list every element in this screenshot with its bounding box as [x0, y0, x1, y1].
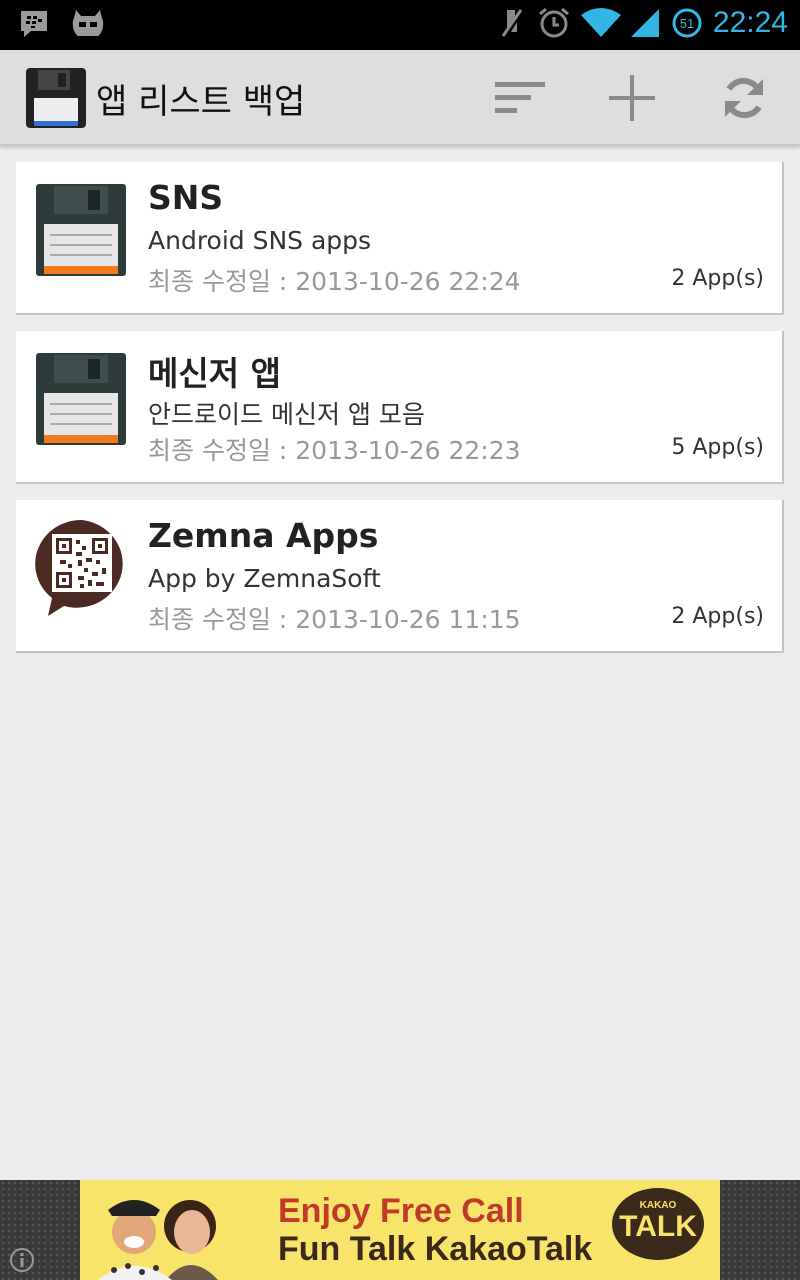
floppy-app-icon[interactable] [24, 66, 88, 130]
ad-headline: Enjoy Free Call [278, 1192, 524, 1230]
list-description: App by ZemnaSoft [148, 564, 381, 593]
list-title: SNS [148, 178, 224, 217]
refresh-button[interactable] [714, 70, 774, 126]
sort-button[interactable] [490, 70, 550, 126]
list-modified: 최종 수정일 : 2013-10-26 22:23 [148, 436, 521, 465]
svg-text:51: 51 [680, 16, 694, 31]
list-item[interactable]: 메신저 앱 안드로이드 메신저 앱 모음 최종 수정일 : 2013-10-26… [16, 331, 784, 484]
status-bar: 51 22:24 [0, 0, 800, 50]
app-count: 5 App(s) [671, 435, 764, 460]
list-modified: 최종 수정일 : 2013-10-26 22:24 [148, 267, 521, 296]
add-icon [609, 75, 655, 121]
floppy-disk-icon [36, 353, 126, 445]
ad-banner[interactable]: Enjoy Free Call Fun Talk KakaoTalk KAKAO… [80, 1180, 720, 1280]
backup-list: SNS Android SNS apps 최종 수정일 : 2013-10-26… [16, 162, 784, 669]
qr-code-bubble-icon [35, 519, 123, 616]
wifi-icon [580, 8, 621, 37]
list-description: Android SNS apps [148, 226, 372, 255]
list-title: 메신저 앱 [148, 354, 281, 393]
list-modified: 최종 수정일 : 2013-10-26 11:15 [148, 605, 521, 634]
ad-container: Enjoy Free Call Fun Talk KakaoTalk KAKAO… [0, 1180, 800, 1280]
app-count: 2 App(s) [671, 266, 764, 291]
clock: 22:24 [712, 6, 788, 39]
list-item[interactable]: SNS Android SNS apps 최종 수정일 : 2013-10-26… [16, 162, 784, 315]
sort-icon [495, 82, 545, 113]
ad-subline: Fun Talk KakaoTalk [278, 1230, 593, 1268]
action-bar: 앱 리스트 백업 [0, 50, 800, 146]
floppy-disk-icon [36, 184, 126, 276]
list-title: Zemna Apps [148, 516, 379, 555]
alarm-icon [538, 7, 569, 38]
add-button[interactable] [602, 70, 662, 126]
kakaotalk-logo-main: TALK [619, 1210, 697, 1243]
info-icon[interactable] [8, 1246, 36, 1274]
app-count: 2 App(s) [671, 604, 764, 629]
bbm-notification-icon [21, 11, 47, 37]
kakaotalk-logo: KAKAO TALK [612, 1188, 704, 1260]
battery-icon: 51 [672, 8, 702, 38]
mute-icon [501, 9, 523, 37]
page-title: 앱 리스트 백업 [96, 82, 306, 122]
ad-people-image [98, 1200, 218, 1280]
signal-icon [630, 9, 659, 37]
list-description: 안드로이드 메신저 앱 모음 [148, 400, 425, 429]
cyanogen-icon [72, 10, 104, 36]
list-item[interactable]: Zemna Apps App by ZemnaSoft 최종 수정일 : 201… [16, 500, 784, 653]
refresh-icon [725, 77, 763, 119]
